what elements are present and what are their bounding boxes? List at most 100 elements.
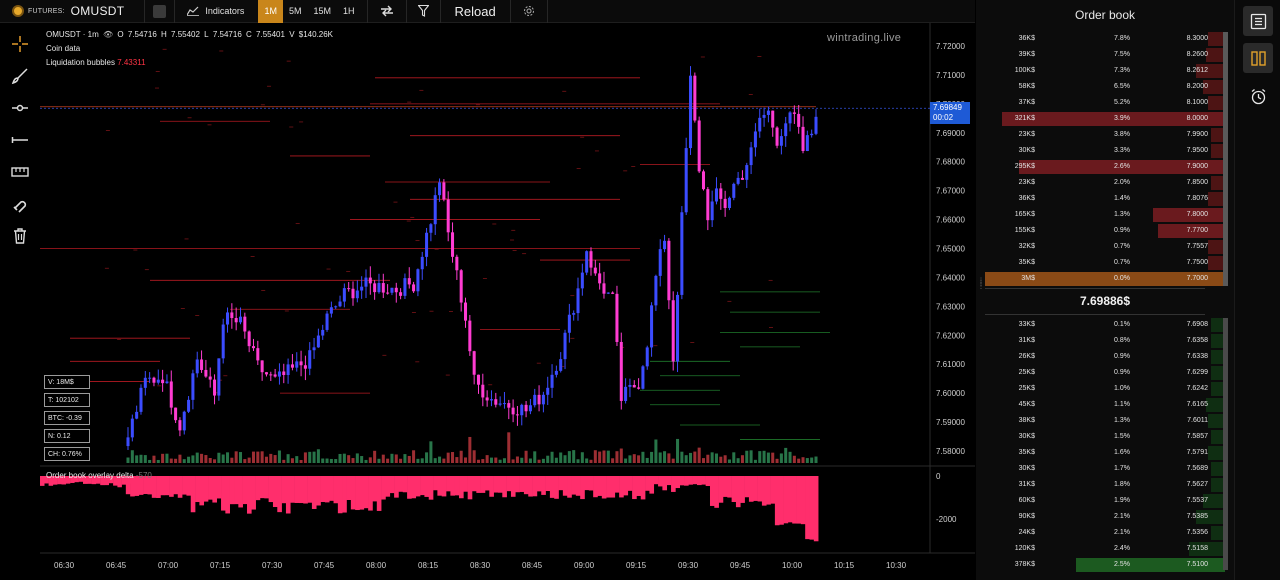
delta-bar	[208, 476, 213, 500]
timeframe-5m[interactable]: 5M	[283, 0, 308, 23]
volume-bar	[667, 453, 671, 463]
delta-bar	[459, 476, 464, 499]
price-axis-label: 7.72000	[936, 42, 965, 51]
candle	[632, 384, 636, 388]
delta-bar	[463, 476, 468, 492]
color-square-button[interactable]	[145, 0, 174, 23]
price-axis-label: 7.62000	[936, 331, 965, 340]
ask-row[interactable]: 23K$ 2.0% 7.8500	[985, 175, 1225, 191]
bid-row[interactable]: 45K$ 1.1% 7.6165	[985, 397, 1225, 413]
bid-row[interactable]: 60K$ 1.9% 7.5537	[985, 493, 1225, 509]
delta-bar	[757, 476, 763, 502]
ask-row[interactable]: 3M$ 0.0% 7.7000	[985, 271, 1225, 287]
bid-row[interactable]: 90K$ 2.1% 7.5385	[985, 509, 1225, 525]
ask-row[interactable]: 23K$ 3.8% 7.9900	[985, 127, 1225, 143]
volume-bar	[723, 455, 727, 463]
delta-bar	[584, 476, 590, 491]
volume-bar	[195, 452, 199, 463]
ask-row[interactable]: 30K$ 3.3% 7.9500	[985, 143, 1225, 159]
trash-icon	[14, 228, 26, 244]
bid-row[interactable]: 26K$ 0.9% 7.6338	[985, 349, 1225, 365]
volume-bar	[658, 452, 662, 463]
ask-row[interactable]: 321K$ 3.9% 8.0000	[985, 111, 1225, 127]
delta-bar	[229, 476, 235, 505]
ray-tool[interactable]	[11, 99, 29, 117]
current-price: 7.69849	[933, 103, 962, 112]
indicators-button[interactable]: Indicators	[175, 0, 258, 23]
brush-tool[interactable]	[11, 67, 29, 85]
bid-row[interactable]: 35K$ 1.6% 7.5791	[985, 445, 1225, 461]
candle	[637, 387, 641, 389]
chart-canvas[interactable]: 7.720007.710007.700007.690007.680007.670…	[40, 23, 975, 580]
asks-scrollbar[interactable]	[1223, 32, 1228, 286]
ask-row[interactable]: 165K$ 1.3% 7.8000	[985, 207, 1225, 223]
delta-bar	[813, 476, 819, 542]
reload-button[interactable]: Reload	[441, 0, 510, 23]
bid-row[interactable]: 24K$ 2.1% 7.5356	[985, 525, 1225, 541]
magnet-tool[interactable]	[11, 195, 29, 213]
bid-row[interactable]: 120K$ 2.4% 7.5158	[985, 541, 1225, 557]
delta-axis-label: -2000	[936, 515, 957, 524]
bid-row[interactable]: 25K$ 0.9% 7.6299	[985, 365, 1225, 381]
liquidation-bubbles-row[interactable]: Liquidation bubbles 7.43311	[46, 56, 335, 70]
bid-pct: 1.7%	[1114, 465, 1130, 472]
orderbook-toggle-button[interactable]	[1243, 6, 1273, 36]
horizontal-line-tool[interactable]	[11, 131, 29, 149]
delta-bar	[173, 476, 179, 495]
volume-bar	[615, 451, 619, 463]
ask-size: 35K$	[1018, 259, 1035, 266]
swap-button[interactable]	[368, 0, 406, 23]
alerts-button[interactable]	[1243, 81, 1273, 111]
ask-row[interactable]: 100K$ 7.3% 8.2612	[985, 63, 1225, 79]
ask-size: 36K$	[1018, 195, 1035, 202]
time-axis-label: 08:15	[418, 561, 439, 570]
candle	[624, 386, 628, 401]
delta-bar	[610, 476, 616, 498]
candle	[680, 212, 684, 295]
ask-row[interactable]: 36K$ 1.4% 7.8076	[985, 191, 1225, 207]
bid-row[interactable]: 31K$ 0.8% 7.6358	[985, 333, 1225, 349]
ask-row[interactable]: 295K$ 2.6% 7.9000	[985, 159, 1225, 175]
bid-row[interactable]: 378K$ 2.5% 7.5100	[985, 557, 1225, 573]
brush-icon	[11, 68, 28, 85]
ask-row[interactable]: 35K$ 0.7% 7.7500	[985, 255, 1225, 271]
bid-row[interactable]: 30K$ 1.7% 7.5689	[985, 461, 1225, 477]
ruler-tool[interactable]	[11, 163, 29, 181]
volume-bar	[801, 457, 805, 463]
candle	[745, 165, 749, 180]
time-axis-label: 09:15	[626, 561, 647, 570]
timeframe-1h[interactable]: 1H	[337, 0, 361, 23]
bid-row[interactable]: 25K$ 1.0% 7.6242	[985, 381, 1225, 397]
ask-row[interactable]: 155K$ 0.9% 7.7700	[985, 223, 1225, 239]
eye-icon[interactable]: 👁	[103, 30, 113, 39]
settings-button[interactable]	[511, 0, 547, 23]
bid-price: 7.5791	[1186, 449, 1208, 456]
bids-scrollbar[interactable]	[1223, 318, 1228, 570]
volume-bar	[303, 452, 307, 463]
price-chart[interactable]: 7.720007.710007.700007.690007.680007.670…	[40, 23, 975, 580]
ask-row[interactable]: 37K$ 5.2% 8.1000	[985, 95, 1225, 111]
panel-resize-handle[interactable]: ⋮ ⋮ ⋮	[978, 278, 984, 296]
crosshair-tool[interactable]	[11, 35, 29, 53]
delta-bar	[234, 476, 239, 505]
coin-data-label[interactable]: Coin data	[46, 42, 335, 56]
volume-bar	[394, 454, 398, 463]
ask-row[interactable]: 32K$ 0.7% 7.7557	[985, 239, 1225, 255]
ask-row[interactable]: 39K$ 7.5% 8.2600	[985, 47, 1225, 63]
ask-row[interactable]: 36K$ 7.8% 8.3000	[985, 31, 1225, 47]
bid-row[interactable]: 38K$ 1.3% 7.6011	[985, 413, 1225, 429]
delta-bar	[298, 476, 304, 504]
layout-split-button[interactable]	[1243, 43, 1273, 73]
delete-tool[interactable]	[11, 227, 29, 245]
timeframe-15m[interactable]: 15M	[307, 0, 337, 23]
symbol-selector[interactable]: FUTURES: OMUSDT	[0, 0, 132, 23]
bid-row[interactable]: 31K$ 1.8% 7.5627	[985, 477, 1225, 493]
ask-row[interactable]: 58K$ 6.5% 8.2000	[985, 79, 1225, 95]
candle	[182, 411, 186, 431]
filter-button[interactable]	[407, 0, 440, 23]
bid-row[interactable]: 30K$ 1.5% 7.5857	[985, 429, 1225, 445]
bid-row[interactable]: 33K$ 0.1% 7.6908	[985, 317, 1225, 333]
timeframe-1m[interactable]: 1M	[258, 0, 283, 23]
bid-price: 7.6299	[1186, 369, 1208, 376]
delta-bar	[246, 476, 252, 514]
